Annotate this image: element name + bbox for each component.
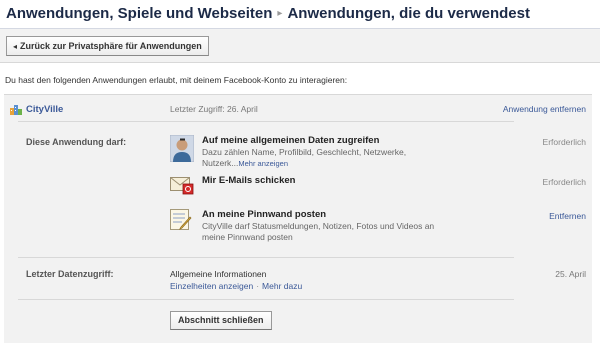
permission-title: An meine Pinnwand posten [202, 209, 327, 220]
wall-post-icon [170, 209, 192, 230]
data-access-value: Allgemeine Informationen [170, 269, 267, 279]
permission-description-text: Dazu zählen Name, Profilbild, Geschlecht… [202, 147, 407, 168]
breadcrumb-separator: ▸ [277, 8, 283, 19]
show-details-link[interactable]: Einzelheiten anzeigen [170, 281, 253, 291]
back-arrow-icon: ◂ [13, 42, 18, 51]
back-bar: ◂ Zurück zur Privatsphäre für Anwendungen [0, 29, 600, 63]
page-title: Anwendungen, Spiele und Webseiten ▸ Anwend… [6, 5, 530, 22]
permission-basic-info: Auf meine allgemeinen Daten zugreifen Da… [170, 135, 570, 171]
remove-app-link[interactable]: Anwendung entfernen [503, 104, 586, 114]
permission-status: Erforderlich [542, 137, 586, 147]
cityville-icon [10, 105, 22, 115]
last-access-text: Letzter Zugriff: 26. April [170, 104, 258, 114]
data-access-label: Letzter Datenzugriff: [26, 269, 114, 279]
app-header-row: CityVille Letzter Zugriff: 26. April Anw… [4, 95, 592, 119]
email-icon [170, 177, 194, 195]
show-more-link[interactable]: Mehr anzeigen [238, 159, 288, 168]
breadcrumb-current: Anwendungen, die du verwendest [287, 5, 530, 22]
permission-title: Auf meine allgemeinen Daten zugreifen [202, 135, 380, 146]
divider [18, 299, 514, 300]
permission-status: Erforderlich [542, 177, 586, 187]
permission-description: Dazu zählen Name, Profilbild, Geschlecht… [202, 147, 442, 169]
permissions-label: Diese Anwendung darf: [26, 137, 127, 147]
permission-email: Mir E-Mails schicken [170, 175, 570, 199]
profile-photo-icon [170, 135, 194, 162]
link-separator: · [256, 281, 260, 291]
app-panel: CityVille Letzter Zugriff: 26. April Anw… [4, 94, 592, 343]
back-button-label: Zurück zur Privatsphäre für Anwendungen [20, 41, 202, 51]
divider [18, 121, 514, 122]
divider [18, 257, 514, 258]
permission-title: Mir E-Mails schicken [202, 175, 296, 186]
data-access-date: 25. April [555, 269, 586, 279]
remove-permission-link[interactable]: Entfernen [549, 211, 586, 221]
learn-more-link[interactable]: Mehr dazu [262, 281, 302, 291]
permission-description: CityVille darf Statusmeldungen, Notizen,… [202, 221, 435, 242]
intro-text: Du hast den folgenden Anwendungen erlaub… [5, 75, 348, 85]
permission-wall-post: An meine Pinnwand posten CityVille darf … [170, 209, 570, 245]
breadcrumb-apps: Anwendungen, Spiele und Webseiten [6, 5, 273, 22]
back-to-privacy-button[interactable]: ◂ Zurück zur Privatsphäre für Anwendungen [6, 36, 209, 56]
close-section-button[interactable]: Abschnitt schließen [170, 311, 272, 330]
app-name-link[interactable]: CityVille [26, 104, 63, 115]
data-access-links: Einzelheiten anzeigen · Mehr dazu [170, 281, 302, 291]
